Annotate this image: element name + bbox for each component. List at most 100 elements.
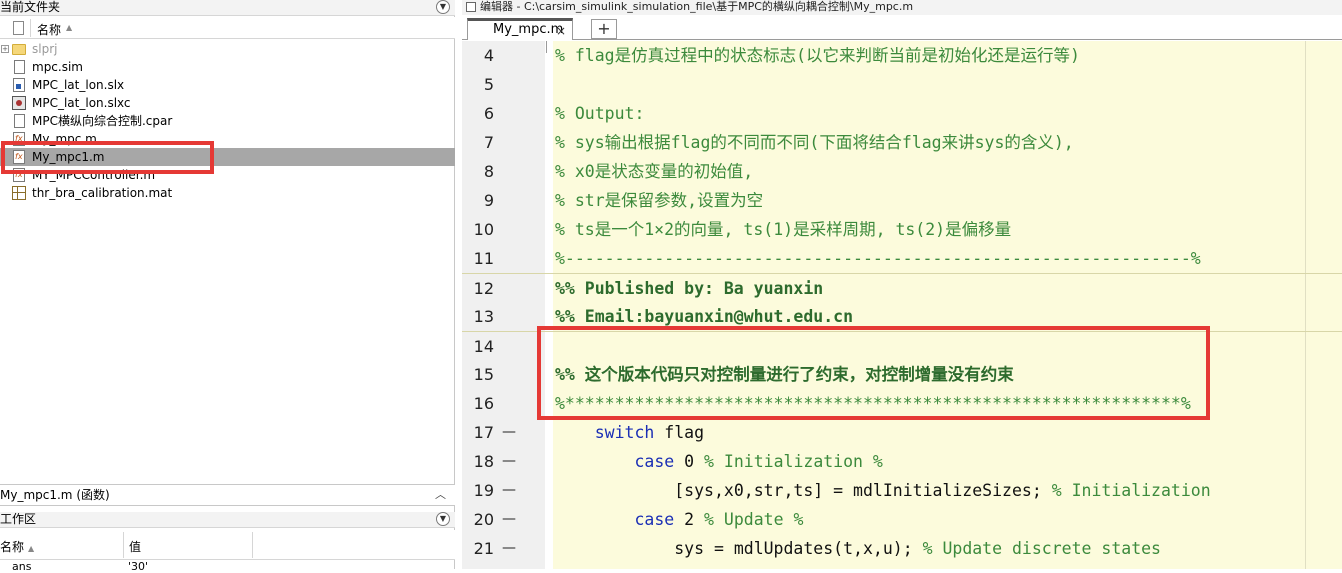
- line-number: 20: [473, 510, 494, 529]
- expand-icon[interactable]: +: [1, 45, 9, 53]
- code-line[interactable]: 11 %-------------------------------------…: [462, 244, 1342, 273]
- file-list-item[interactable]: MY_MPCController.m: [0, 166, 455, 184]
- sort-ascending-icon: ▲: [28, 544, 35, 553]
- column-separator: [252, 532, 253, 558]
- code-text: %% 这个版本代码只对控制量进行了约束，对控制增量没有约束: [555, 365, 1014, 384]
- workspace-value-column[interactable]: 值: [129, 538, 141, 555]
- code-line[interactable]: 8 % x0是状态变量的初始值,: [462, 157, 1342, 186]
- tab-my-mpc[interactable]: My_mpc.m ×: [467, 18, 573, 40]
- code-line[interactable]: 13 %% Email:bayuanxin@whut.edu.cn: [462, 302, 1342, 331]
- code-line[interactable]: 21 — sys = mdlUpdates(t,x,u); % Update di…: [462, 534, 1342, 563]
- workspace-menu-icon[interactable]: ▼: [436, 512, 450, 526]
- editor-title: 编辑器 - C:\carsim_simulink_simulation_file…: [480, 0, 914, 13]
- file-list-item[interactable]: MPC横纵向综合控制.cpar: [0, 112, 455, 130]
- line-number: 11: [473, 249, 494, 268]
- line-number: 16: [473, 394, 494, 413]
- code-line[interactable]: 14: [462, 331, 1342, 360]
- file-type-column-icon: [13, 21, 24, 35]
- editor-title-bar: 编辑器 - C:\carsim_simulink_simulation_file…: [462, 0, 1342, 15]
- file-list-item[interactable]: MPC_lat_lon.slxc: [0, 94, 455, 112]
- file-name: MPC横纵向综合控制.cpar: [32, 114, 173, 128]
- file-list-item[interactable]: My_mpc.m: [0, 130, 455, 148]
- line-number: 18: [473, 452, 494, 471]
- code-line[interactable]: 6 % Output:: [462, 99, 1342, 128]
- code-keyword: case: [634, 510, 675, 529]
- folder-icon: [12, 44, 26, 55]
- column-separator: [123, 532, 124, 558]
- code-line[interactable]: 19 — [sys,x0,str,ts] = mdlInitializeSizes…: [462, 476, 1342, 505]
- code-line[interactable]: 15 %% 这个版本代码只对控制量进行了约束，对控制增量没有约束: [462, 360, 1342, 389]
- chevron-up-icon[interactable]: ︿: [435, 485, 446, 505]
- file-name: MPC_lat_lon.slx: [32, 78, 125, 92]
- code-line[interactable]: 4 % flag是仿真过程中的状态标志(以它来判断当前是初始化还是运行等): [462, 41, 1342, 70]
- editor-panel: 编辑器 - C:\carsim_simulink_simulation_file…: [462, 0, 1342, 569]
- m-file-icon: [13, 148, 25, 166]
- document-icon: [14, 114, 25, 128]
- line-number: 10: [473, 220, 494, 239]
- code-area[interactable]: 4 % flag是仿真过程中的状态标志(以它来判断当前是初始化还是运行等) 5 6 % …: [462, 41, 1342, 569]
- workspace-name-column[interactable]: 名称 ▲: [0, 538, 34, 555]
- file-list-item[interactable]: + slprj: [0, 40, 455, 58]
- breakpoint-marker[interactable]: —: [502, 534, 516, 563]
- code-comment: % Initialization %: [704, 452, 883, 471]
- code-line[interactable]: 18 — case 0 % Initialization %: [462, 447, 1342, 476]
- code-text: sys = mdlUpdates(t,x,u); % Update discre…: [674, 539, 1161, 558]
- editor-tab-bar: My_mpc.m × +: [462, 15, 1342, 40]
- code-text: % flag是仿真过程中的状态标志(以它来判断当前是初始化还是运行等): [555, 46, 1080, 65]
- breakpoint-marker[interactable]: —: [502, 505, 516, 534]
- tab-label: My_mpc.m: [493, 22, 564, 37]
- breakpoint-marker[interactable]: —: [502, 447, 516, 476]
- line-number: 6: [483, 104, 494, 123]
- file-name: mpc.sim: [32, 60, 83, 74]
- breakpoint-marker[interactable]: —: [502, 476, 516, 505]
- line-number: 13: [473, 307, 494, 326]
- code-line[interactable]: 17 — switch flag: [462, 418, 1342, 447]
- workspace-header: 工作区 ▼: [0, 512, 455, 528]
- file-details-bar[interactable]: My_mpc1.m (函数) ︿: [0, 484, 455, 506]
- code-line[interactable]: 7 % sys输出根据flag的不同而不同(下面将结合flag来讲sys的含义),: [462, 128, 1342, 157]
- mat-file-icon: [12, 186, 26, 200]
- code-line[interactable]: 5: [462, 70, 1342, 99]
- line-number: 7: [483, 133, 494, 152]
- close-icon[interactable]: ×: [556, 23, 566, 40]
- code-text: %***************************************…: [555, 394, 1191, 413]
- code-text: % str是保留参数,设置为空: [555, 191, 764, 210]
- code-text: %% Email:bayuanxin@whut.edu.cn: [555, 307, 854, 326]
- line-number: 21: [473, 539, 494, 558]
- column-separator: [30, 19, 31, 37]
- code-comment: % Initialization: [1051, 481, 1211, 500]
- breakpoint-marker[interactable]: —: [502, 418, 516, 447]
- name-column-label[interactable]: 名称: [37, 21, 61, 38]
- m-file-icon: [13, 166, 25, 184]
- add-tab-button[interactable]: +: [591, 19, 617, 39]
- code-line[interactable]: 12 %% Published by: Ba yuanxin: [462, 273, 1342, 302]
- panel-menu-icon[interactable]: ▼: [436, 0, 450, 14]
- line-number: 17: [473, 423, 494, 442]
- variable-value: '30': [128, 560, 149, 573]
- code-text: case 0 % Initialization %: [634, 452, 883, 471]
- m-file-icon: [13, 130, 25, 148]
- code-line[interactable]: 10 % ts是一个1×2的向量, ts(1)是采样周期, ts(2)是偏移量: [462, 215, 1342, 244]
- code-text: % x0是状态变量的初始值,: [555, 162, 754, 181]
- code-line[interactable]: 9 % str是保留参数,设置为空: [462, 186, 1342, 215]
- file-list-item[interactable]: mpc.sim: [0, 58, 455, 76]
- code-line[interactable]: 16 %*************************************…: [462, 389, 1342, 418]
- file-browser-panel: 当前文件夹 ▼ 名称 ▲ + slprj mpc.sim MPC_lat_lon.sl…: [0, 0, 455, 573]
- workspace-variable-row[interactable]: ans '30': [0, 560, 455, 573]
- line-number: 4: [483, 46, 494, 65]
- code-comment: % Update %: [704, 510, 804, 529]
- line-number: 12: [473, 279, 494, 298]
- file-name: MY_MPCController.m: [32, 168, 156, 182]
- file-list-item[interactable]: MPC_lat_lon.slx: [0, 76, 455, 94]
- code-text: switch flag: [594, 423, 705, 442]
- file-list-column-header[interactable]: 名称 ▲: [0, 17, 455, 39]
- sort-ascending-icon: ▲: [66, 23, 73, 32]
- code-line[interactable]: 20 — case 2 % Update %: [462, 505, 1342, 534]
- line-number: 8: [483, 162, 494, 181]
- code-text: %---------------------------------------…: [555, 249, 1201, 268]
- file-list-item[interactable]: thr_bra_calibration.mat: [0, 184, 455, 202]
- file-list-item[interactable]: My_mpc1.m: [0, 148, 455, 166]
- code-text: %% Published by: Ba yuanxin: [555, 279, 824, 298]
- line-number: 9: [483, 191, 494, 210]
- editor-icon: [466, 2, 476, 12]
